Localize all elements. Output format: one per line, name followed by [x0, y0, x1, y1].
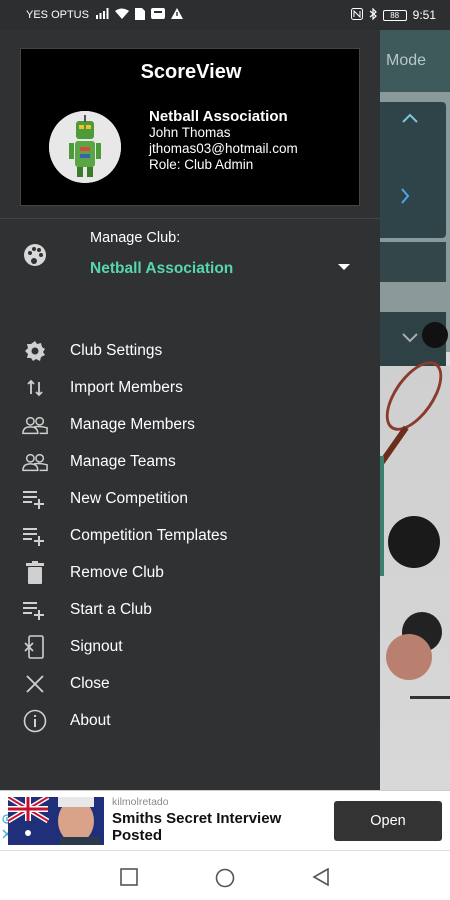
decor-line: [410, 696, 450, 699]
menu-item-manage-members[interactable]: Manage Members: [0, 406, 380, 443]
warning-icon: [170, 8, 183, 22]
ball-shape: [422, 322, 448, 348]
menu-item-competition-templates[interactable]: Competition Templates: [0, 517, 380, 554]
background-toolbar: Mode: [380, 30, 450, 92]
navigation-drawer: ScoreView Netball Association John Thoma…: [0, 30, 380, 790]
menu-item-label: Competition Templates: [70, 527, 228, 544]
racket-handle-shape: [380, 425, 409, 479]
menu-item-label: Remove Club: [70, 564, 164, 581]
app-title: ScoreView: [140, 61, 242, 83]
ad-image[interactable]: [8, 797, 104, 845]
trash-icon: [22, 561, 48, 585]
carrier-label: YES OPTUS: [26, 9, 89, 21]
menu-item-label: Manage Teams: [70, 453, 176, 470]
user-info: Netball Association John Thomas jthomas0…: [149, 109, 298, 173]
ad-title[interactable]: Smiths Secret Interview Posted: [112, 810, 322, 844]
recents-icon[interactable]: [120, 868, 138, 891]
background-card: [380, 102, 446, 238]
background-card: [380, 242, 446, 282]
menu-item-label: Close: [70, 675, 110, 692]
menu-item-about[interactable]: About: [0, 702, 380, 739]
menu-item-label: Club Settings: [70, 342, 163, 359]
palette-icon: [22, 242, 48, 273]
playlist-add-icon: [22, 487, 48, 511]
sim-icon: [134, 7, 145, 23]
storage-icon: [150, 8, 165, 22]
background-illustration: [380, 322, 450, 790]
back-icon[interactable]: [312, 867, 330, 891]
drawer-header: ScoreView Netball Association John Thoma…: [20, 48, 360, 206]
menu-item-remove-club[interactable]: Remove Club: [0, 554, 380, 591]
menu-item-label: Import Members: [70, 379, 183, 396]
drawer-menu: Club Settings Import Members Manage Memb…: [0, 332, 380, 739]
menu-item-club-settings[interactable]: Club Settings: [0, 332, 380, 369]
clock: 9:51: [412, 8, 436, 22]
menu-item-new-competition[interactable]: New Competition: [0, 480, 380, 517]
racket-shape: [380, 351, 450, 441]
nfc-icon: [350, 7, 363, 23]
ball-shape: [388, 516, 440, 568]
gear-icon: [22, 339, 48, 363]
decor-line: [380, 456, 384, 576]
manage-club-selector[interactable]: Manage Club: Netball Association: [0, 222, 380, 312]
battery-icon: 88: [382, 9, 407, 21]
menu-item-signout[interactable]: Signout: [0, 628, 380, 665]
divider: [0, 218, 380, 219]
bluetooth-icon: [369, 7, 377, 23]
organization-name: Netball Association: [149, 108, 288, 125]
home-icon[interactable]: [215, 868, 235, 893]
menu-item-start-a-club[interactable]: Start a Club: [0, 591, 380, 628]
playlist-add-icon: [22, 598, 48, 622]
people-icon: [22, 450, 48, 474]
playlist-add-icon: [22, 524, 48, 548]
signal-icon: [95, 8, 109, 22]
system-nav-bar: [0, 850, 450, 900]
info-icon: [22, 709, 48, 733]
menu-item-label: Signout: [70, 638, 123, 655]
swap-vertical-icon: [22, 376, 48, 400]
manage-club-label: Manage Club:: [90, 230, 181, 246]
chevron-up-icon: [402, 110, 418, 128]
people-icon: [22, 413, 48, 437]
wifi-icon: [114, 8, 129, 22]
selected-club[interactable]: Netball Association: [90, 260, 233, 278]
menu-item-close[interactable]: Close: [0, 665, 380, 702]
user-name: John Thomas: [149, 125, 231, 140]
mode-label: Mode: [386, 52, 427, 69]
menu-item-label: About: [70, 712, 111, 729]
status-bar: YES OPTUS 88 9:51: [0, 0, 450, 30]
ad-source: kilmolretado: [112, 796, 169, 808]
user-email: jthomas03@hotmail.com: [149, 141, 298, 156]
ad-open-button[interactable]: Open: [334, 801, 442, 841]
chevron-down-icon: [402, 330, 418, 348]
menu-item-label: Start a Club: [70, 601, 152, 618]
chevron-right-icon: [400, 188, 410, 209]
battery-level: 88: [390, 10, 400, 20]
figure-shape: [386, 634, 432, 680]
dropdown-arrow-icon[interactable]: [338, 264, 350, 270]
menu-item-import-members[interactable]: Import Members: [0, 369, 380, 406]
ad-banner[interactable]: kilmolretado Smiths Secret Interview Pos…: [0, 790, 450, 850]
close-icon: [22, 672, 48, 696]
robot-avatar-image: [49, 111, 121, 183]
menu-item-label: Manage Members: [70, 416, 195, 433]
background-app: Mode: [380, 30, 450, 790]
user-role: Role: Club Admin: [149, 157, 254, 172]
menu-item-manage-teams[interactable]: Manage Teams: [0, 443, 380, 480]
exit-icon: [22, 635, 48, 659]
menu-item-label: New Competition: [70, 490, 189, 507]
avatar[interactable]: [49, 111, 121, 183]
